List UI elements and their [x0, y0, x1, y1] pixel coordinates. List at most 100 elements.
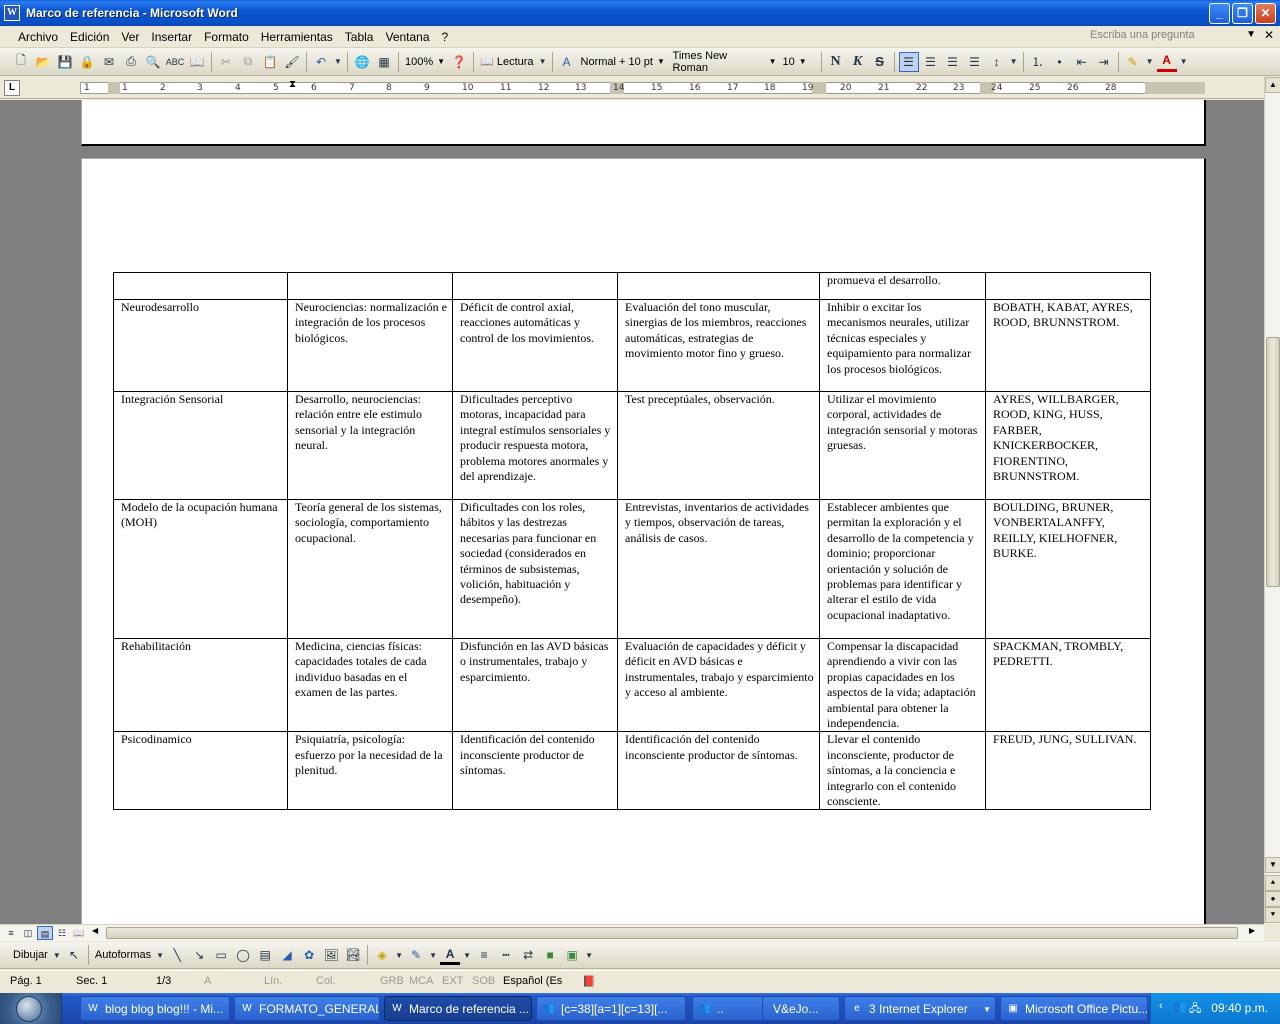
- word-app-icon[interactable]: W: [4, 5, 20, 21]
- next-page-icon[interactable]: ⯆: [1265, 907, 1280, 923]
- scroll-right-icon[interactable]: ▶: [1249, 926, 1255, 935]
- format-painter-icon[interactable]: 🖌: [282, 52, 302, 72]
- start-button[interactable]: [0, 993, 62, 1024]
- 3d-style-icon[interactable]: ▣: [562, 945, 582, 965]
- clip-art-icon[interactable]: 🖼: [321, 945, 341, 965]
- line-color-icon[interactable]: ✎: [406, 945, 426, 965]
- table-cell[interactable]: BOULDING, BRUNER, VONBERTALANFFY, REILLY…: [985, 499, 1151, 639]
- font-combo[interactable]: Times New Roman ▼: [670, 50, 780, 74]
- table-cell[interactable]: AYRES, WILLBARGER, ROOD, KING, HUSS, FAR…: [985, 391, 1151, 500]
- table-cell[interactable]: Identificación del contenido inconscient…: [452, 731, 618, 811]
- reading-layout-button[interactable]: 📖 Lectura: [477, 52, 536, 72]
- table-cell[interactable]: Teoría general de los sistemas, sociolog…: [287, 499, 453, 639]
- shadow-style-icon[interactable]: ■: [540, 945, 560, 965]
- bold-button[interactable]: N: [826, 52, 846, 72]
- help-icon[interactable]: ❓: [449, 52, 469, 72]
- table-cell[interactable]: Establecer ambientes que permitan la exp…: [819, 499, 986, 639]
- menu-edicion[interactable]: Edición: [64, 30, 115, 44]
- arrow-style-icon[interactable]: ⇄: [518, 945, 538, 965]
- table-cell[interactable]: Evaluación del tono muscular, sinergias …: [617, 299, 820, 392]
- document-close-icon[interactable]: ✕: [1264, 28, 1274, 42]
- table-cell[interactable]: BOBATH, KABAT, AYRES, ROOD, BRUNNSTROM.: [985, 299, 1151, 392]
- scroll-up-icon[interactable]: ▲: [1265, 77, 1280, 93]
- text-box-icon[interactable]: ▤: [255, 945, 275, 965]
- zoom-dropdown-icon[interactable]: ▼: [437, 57, 445, 66]
- status-page-count[interactable]: 1/3: [156, 975, 171, 987]
- draw-menu-button[interactable]: Dibujar: [10, 949, 51, 961]
- autoshapes-button[interactable]: Autoformas: [92, 949, 154, 961]
- copy-icon[interactable]: ⧉: [238, 52, 258, 72]
- table-cell[interactable]: Dificultades perceptivo motoras, incapac…: [452, 391, 618, 500]
- status-overtype[interactable]: SOB: [472, 975, 495, 987]
- previous-page[interactable]: [81, 100, 1206, 146]
- print-preview-icon[interactable]: 🔍: [143, 52, 163, 72]
- menu-herramientas[interactable]: Herramientas: [255, 30, 339, 44]
- menu-ver[interactable]: Ver: [115, 30, 145, 44]
- decrease-indent-icon[interactable]: ⇤: [1072, 52, 1092, 72]
- undo-icon[interactable]: ↶: [311, 52, 331, 72]
- status-section[interactable]: Sec. 1: [76, 975, 107, 987]
- print-icon[interactable]: ⎙: [121, 52, 141, 72]
- font-size-combo[interactable]: 10 ▼: [780, 52, 818, 72]
- autoshapes-dropdown-icon[interactable]: ▼: [155, 945, 165, 965]
- table-cell[interactable]: Disfunción en las AVD básicas o instrume…: [452, 637, 618, 733]
- status-language[interactable]: Español (Es: [503, 975, 562, 987]
- cut-icon[interactable]: ✂: [216, 52, 236, 72]
- highlight-icon[interactable]: ✎: [1123, 52, 1143, 72]
- help-dropdown-icon[interactable]: ▼: [1246, 29, 1256, 40]
- hyperlink-icon[interactable]: 🌐: [352, 52, 372, 72]
- table-cell[interactable]: Compensar la discapacidad aprendiendo a …: [819, 637, 986, 733]
- task-group-internet-explorer[interactable]: e 3 Internet Explorer ▼: [844, 996, 996, 1021]
- scroll-left-icon[interactable]: ◀: [92, 926, 98, 935]
- email-icon[interactable]: ✉: [99, 52, 119, 72]
- table-cell[interactable]: Desarrollo, neurociencias: relación entr…: [287, 391, 453, 500]
- table-cell[interactable]: [985, 272, 1151, 300]
- task-button-messenger[interactable]: 👥 [c=38][a=1][c=13][...: [536, 996, 686, 1021]
- web-layout-icon[interactable]: ◫: [20, 926, 36, 940]
- table-cell[interactable]: Llevar el contenido inconsciente, produc…: [819, 731, 986, 811]
- insert-picture-icon[interactable]: 🏞: [343, 945, 363, 965]
- line-style-icon[interactable]: ≡: [474, 945, 494, 965]
- help-question-input[interactable]: Escriba una pregunta: [1090, 29, 1240, 45]
- style-dropdown-icon[interactable]: ▼: [657, 57, 665, 66]
- research-icon[interactable]: 📖: [187, 52, 207, 72]
- save-icon[interactable]: 💾: [55, 52, 75, 72]
- select-objects-icon[interactable]: ↖: [64, 945, 84, 965]
- menu-archivo[interactable]: Archivo: [12, 30, 64, 44]
- italic-button[interactable]: K: [848, 52, 868, 72]
- table-cell[interactable]: Test preceptúales, observación.: [617, 391, 820, 500]
- menu-ventana[interactable]: Ventana: [379, 30, 435, 44]
- status-record-macro[interactable]: GRB: [380, 975, 404, 987]
- font-size-dropdown-icon[interactable]: ▼: [799, 57, 807, 66]
- zoom-combo[interactable]: 100% ▼: [402, 52, 448, 72]
- line-icon[interactable]: ╲: [167, 945, 187, 965]
- highlight-dropdown-icon[interactable]: ▼: [1145, 52, 1155, 72]
- select-browse-object-icon[interactable]: ●: [1265, 891, 1280, 907]
- vertical-scrollbar[interactable]: ▲ ▼ ⯅ ● ⯆: [1264, 77, 1280, 924]
- draw-menu-dropdown-icon[interactable]: ▼: [52, 945, 62, 965]
- reading-view-icon[interactable]: 📖: [71, 926, 87, 940]
- tab-selector-icon[interactable]: L: [4, 80, 20, 96]
- task-button-picture-manager[interactable]: ▣ Microsoft Office Pictu...: [1000, 996, 1148, 1021]
- style-combo[interactable]: Normal + 10 pt ▼: [578, 52, 670, 72]
- table-cell[interactable]: promueva el desarrollo.: [819, 272, 986, 300]
- diagram-icon[interactable]: ✿: [299, 945, 319, 965]
- indent-marker-icon[interactable]: ⧗: [289, 79, 296, 90]
- justify-icon[interactable]: ☰: [965, 52, 985, 72]
- status-extend[interactable]: EXT: [442, 975, 463, 987]
- table-cell[interactable]: Medicina, ciencias físicas: capacidades …: [287, 637, 453, 733]
- table-cell[interactable]: Neurodesarrollo: [113, 299, 288, 392]
- task-button-word-active[interactable]: W Marco de referencia ...: [384, 996, 532, 1021]
- taskbar-clock[interactable]: 09:40 p.m.: [1211, 1001, 1268, 1015]
- content-table[interactable]: promueva el desarrollo. Neurodesarrollo Ne…: [113, 272, 1151, 811]
- toolbar-options-icon[interactable]: ▼: [538, 52, 548, 72]
- line-color-dropdown-icon[interactable]: ▼: [428, 945, 438, 965]
- rectangle-icon[interactable]: ▭: [211, 945, 231, 965]
- font-color-icon[interactable]: A: [1156, 52, 1177, 72]
- table-cell[interactable]: Utilizar el movimiento corporal, activid…: [819, 391, 986, 500]
- dash-style-icon[interactable]: ┅: [496, 945, 516, 965]
- table-cell[interactable]: Déficit de control axial, reacciones aut…: [452, 299, 618, 392]
- ruler-column-marker[interactable]: [812, 82, 826, 94]
- draw-font-color-dropdown-icon[interactable]: ▼: [462, 945, 472, 965]
- tray-messenger-icon[interactable]: 👥: [1173, 1000, 1187, 1013]
